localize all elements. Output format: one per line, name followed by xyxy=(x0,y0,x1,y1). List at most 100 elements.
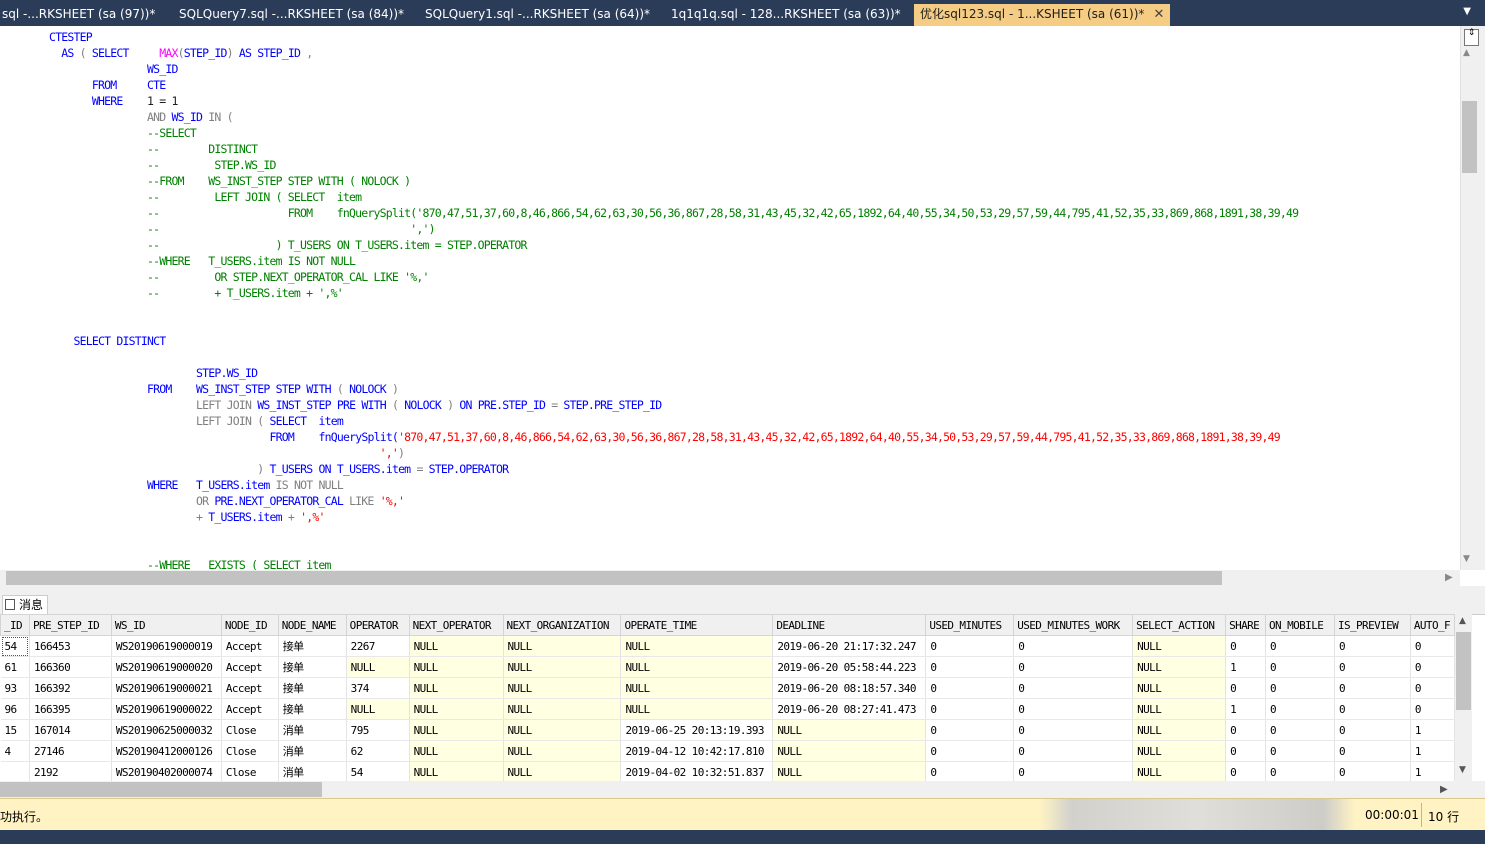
table-row[interactable]: 54 166453 WS20190619000019 Accept 接单 2267 NULL… xyxy=(0,635,1455,657)
table-cell[interactable]: 1 xyxy=(1225,698,1267,720)
table-cell[interactable]: 0 xyxy=(925,635,1015,657)
table-cell[interactable]: 0 xyxy=(1265,740,1335,762)
table-cell[interactable]: 消单 xyxy=(278,719,347,741)
document-tab-2[interactable]: SQLQuery7.sql -...RKSHEET (sa (84))* xyxy=(179,4,404,26)
column-header[interactable]: SHARE xyxy=(1225,614,1267,636)
table-cell[interactable]: NULL xyxy=(346,656,410,678)
table-cell[interactable]: 2019-04-12 10:42:17.810 xyxy=(620,740,774,762)
table-cell[interactable]: 0 xyxy=(925,677,1015,699)
table-cell[interactable]: NULL xyxy=(503,656,622,678)
table-cell[interactable]: NULL xyxy=(620,677,774,699)
table-cell[interactable]: Accept xyxy=(221,656,279,678)
table-cell[interactable]: 0 xyxy=(1013,677,1134,699)
table-cell[interactable]: 61 xyxy=(0,656,30,678)
table-cell[interactable]: WS20190402000074 xyxy=(111,761,222,781)
table-row[interactable]: 2192 WS20190402000074 Close 消单 54 NULL NULL 201… xyxy=(0,761,1455,781)
editor-vertical-scrollbar[interactable]: ⇕ ▲ ▼ xyxy=(1460,26,1485,570)
table-cell[interactable]: 0 xyxy=(1334,740,1411,762)
table-cell[interactable]: NULL xyxy=(1132,740,1227,762)
table-cell[interactable]: 54 xyxy=(0,635,30,657)
table-cell[interactable]: NULL xyxy=(620,635,774,657)
table-cell[interactable]: 166453 xyxy=(29,635,112,657)
table-cell[interactable]: 2019-06-25 20:13:19.393 xyxy=(620,719,774,741)
table-cell[interactable]: 0 xyxy=(1265,698,1335,720)
table-cell[interactable]: 62 xyxy=(346,740,410,762)
table-cell[interactable]: NULL xyxy=(409,719,504,741)
column-header[interactable]: NODE_NAME xyxy=(277,614,347,636)
table-cell[interactable]: 15 xyxy=(0,719,30,741)
column-header[interactable]: ON_MOBILE xyxy=(1265,614,1335,636)
table-cell[interactable]: NULL xyxy=(1132,698,1227,720)
table-cell[interactable] xyxy=(0,761,30,781)
table-cell[interactable]: 0 xyxy=(925,656,1015,678)
table-cell[interactable]: 166392 xyxy=(29,677,112,699)
table-cell[interactable]: Close xyxy=(221,719,279,741)
table-cell[interactable]: NULL xyxy=(409,740,504,762)
table-cell[interactable]: NULL xyxy=(1132,635,1227,657)
table-cell[interactable]: NULL xyxy=(409,698,504,720)
table-cell[interactable]: NULL xyxy=(503,719,622,741)
table-cell[interactable]: Accept xyxy=(221,677,279,699)
table-cell[interactable]: 接单 xyxy=(278,677,347,699)
grid-horizontal-scrollbar[interactable]: ▶ xyxy=(0,781,1455,798)
scrollbar-thumb[interactable] xyxy=(1456,632,1471,710)
table-cell[interactable]: NULL xyxy=(409,635,504,657)
table-cell[interactable]: Close xyxy=(221,761,279,781)
table-cell[interactable]: NULL xyxy=(620,656,774,678)
table-cell[interactable]: 0 xyxy=(925,719,1015,741)
table-cell[interactable]: 4 xyxy=(0,740,30,762)
table-cell[interactable]: 0 xyxy=(1225,740,1267,762)
column-header[interactable]: NEXT_OPERATOR xyxy=(408,614,504,636)
table-cell[interactable]: Close xyxy=(221,740,279,762)
scroll-right-icon[interactable]: ▶ xyxy=(1445,570,1453,586)
table-cell[interactable]: 1 xyxy=(1410,740,1455,762)
column-header[interactable]: USED_MINUTES_WORK xyxy=(1013,614,1134,636)
table-cell[interactable]: WS20190619000020 xyxy=(111,656,222,678)
table-cell[interactable]: NULL xyxy=(503,761,622,781)
table-cell[interactable]: NULL xyxy=(503,635,622,657)
table-cell[interactable]: 消单 xyxy=(278,740,347,762)
scroll-up-icon[interactable]: ▲ xyxy=(1463,48,1470,58)
table-cell[interactable]: NULL xyxy=(409,761,504,781)
table-cell[interactable]: WS20190412000126 xyxy=(111,740,222,762)
table-cell[interactable]: 0 xyxy=(925,740,1015,762)
table-cell[interactable]: 96 xyxy=(0,698,30,720)
column-header[interactable]: OPERATE_TIME xyxy=(620,614,774,636)
table-cell[interactable]: 0 xyxy=(1225,761,1267,781)
table-cell[interactable]: WS20190619000021 xyxy=(111,677,222,699)
column-header[interactable]: USED_MINUTES xyxy=(925,614,1015,636)
table-row[interactable]: 96 166395 WS20190619000022 Accept 接单 NULL NULL… xyxy=(0,698,1455,720)
column-header[interactable]: PRE_STEP_ID xyxy=(28,614,112,636)
table-cell[interactable]: 0 xyxy=(1265,656,1335,678)
column-header[interactable]: DEADLINE xyxy=(772,614,927,636)
table-cell[interactable]: 接单 xyxy=(278,656,347,678)
scroll-right-icon[interactable]: ▶ xyxy=(1440,781,1448,798)
table-cell[interactable]: 54 xyxy=(346,761,410,781)
table-cell[interactable]: 0 xyxy=(1265,635,1335,657)
table-cell[interactable]: 0 xyxy=(1013,635,1134,657)
scrollbar-thumb[interactable] xyxy=(1462,101,1477,173)
split-editor-icon[interactable]: ⇕ xyxy=(1464,29,1479,46)
table-cell[interactable]: 2019-04-02 10:32:51.837 xyxy=(620,761,774,781)
table-cell[interactable]: WS20190619000019 xyxy=(111,635,222,657)
table-row[interactable]: 93 166392 WS20190619000021 Accept 接单 374 NULL N… xyxy=(0,677,1455,699)
table-cell[interactable]: 166395 xyxy=(29,698,112,720)
table-cell[interactable]: 166360 xyxy=(29,656,112,678)
table-cell[interactable]: 0 xyxy=(1225,635,1267,657)
table-cell[interactable]: 1 xyxy=(1225,656,1267,678)
sql-code-editor[interactable]: CTESTEP AS ( SELECT MAX (STEP_ID) AS STEP… xyxy=(0,26,1460,570)
table-cell[interactable]: NULL xyxy=(772,740,927,762)
document-tab-1[interactable]: sql -...RKSHEET (sa (97))* xyxy=(2,4,155,26)
table-cell[interactable]: 93 xyxy=(0,677,30,699)
table-cell[interactable]: 2019-06-20 05:58:44.223 xyxy=(772,656,927,678)
table-cell[interactable]: 0 xyxy=(1225,719,1267,741)
messages-tab[interactable]: 消息 xyxy=(2,595,49,614)
table-cell[interactable]: 0 xyxy=(1013,740,1134,762)
document-tab-3[interactable]: SQLQuery1.sql -...RKSHEET (sa (64))* xyxy=(425,4,650,26)
table-cell[interactable]: 0 xyxy=(1334,677,1411,699)
table-cell[interactable]: NULL xyxy=(1132,719,1227,741)
table-cell[interactable]: 795 xyxy=(346,719,410,741)
table-cell[interactable]: 2267 xyxy=(346,635,410,657)
results-grid[interactable]: _ID PRE_STEP_ID WS_ID NODE_ID NODE_NAME OPERA… xyxy=(0,614,1455,781)
table-cell[interactable]: Accept xyxy=(221,635,279,657)
